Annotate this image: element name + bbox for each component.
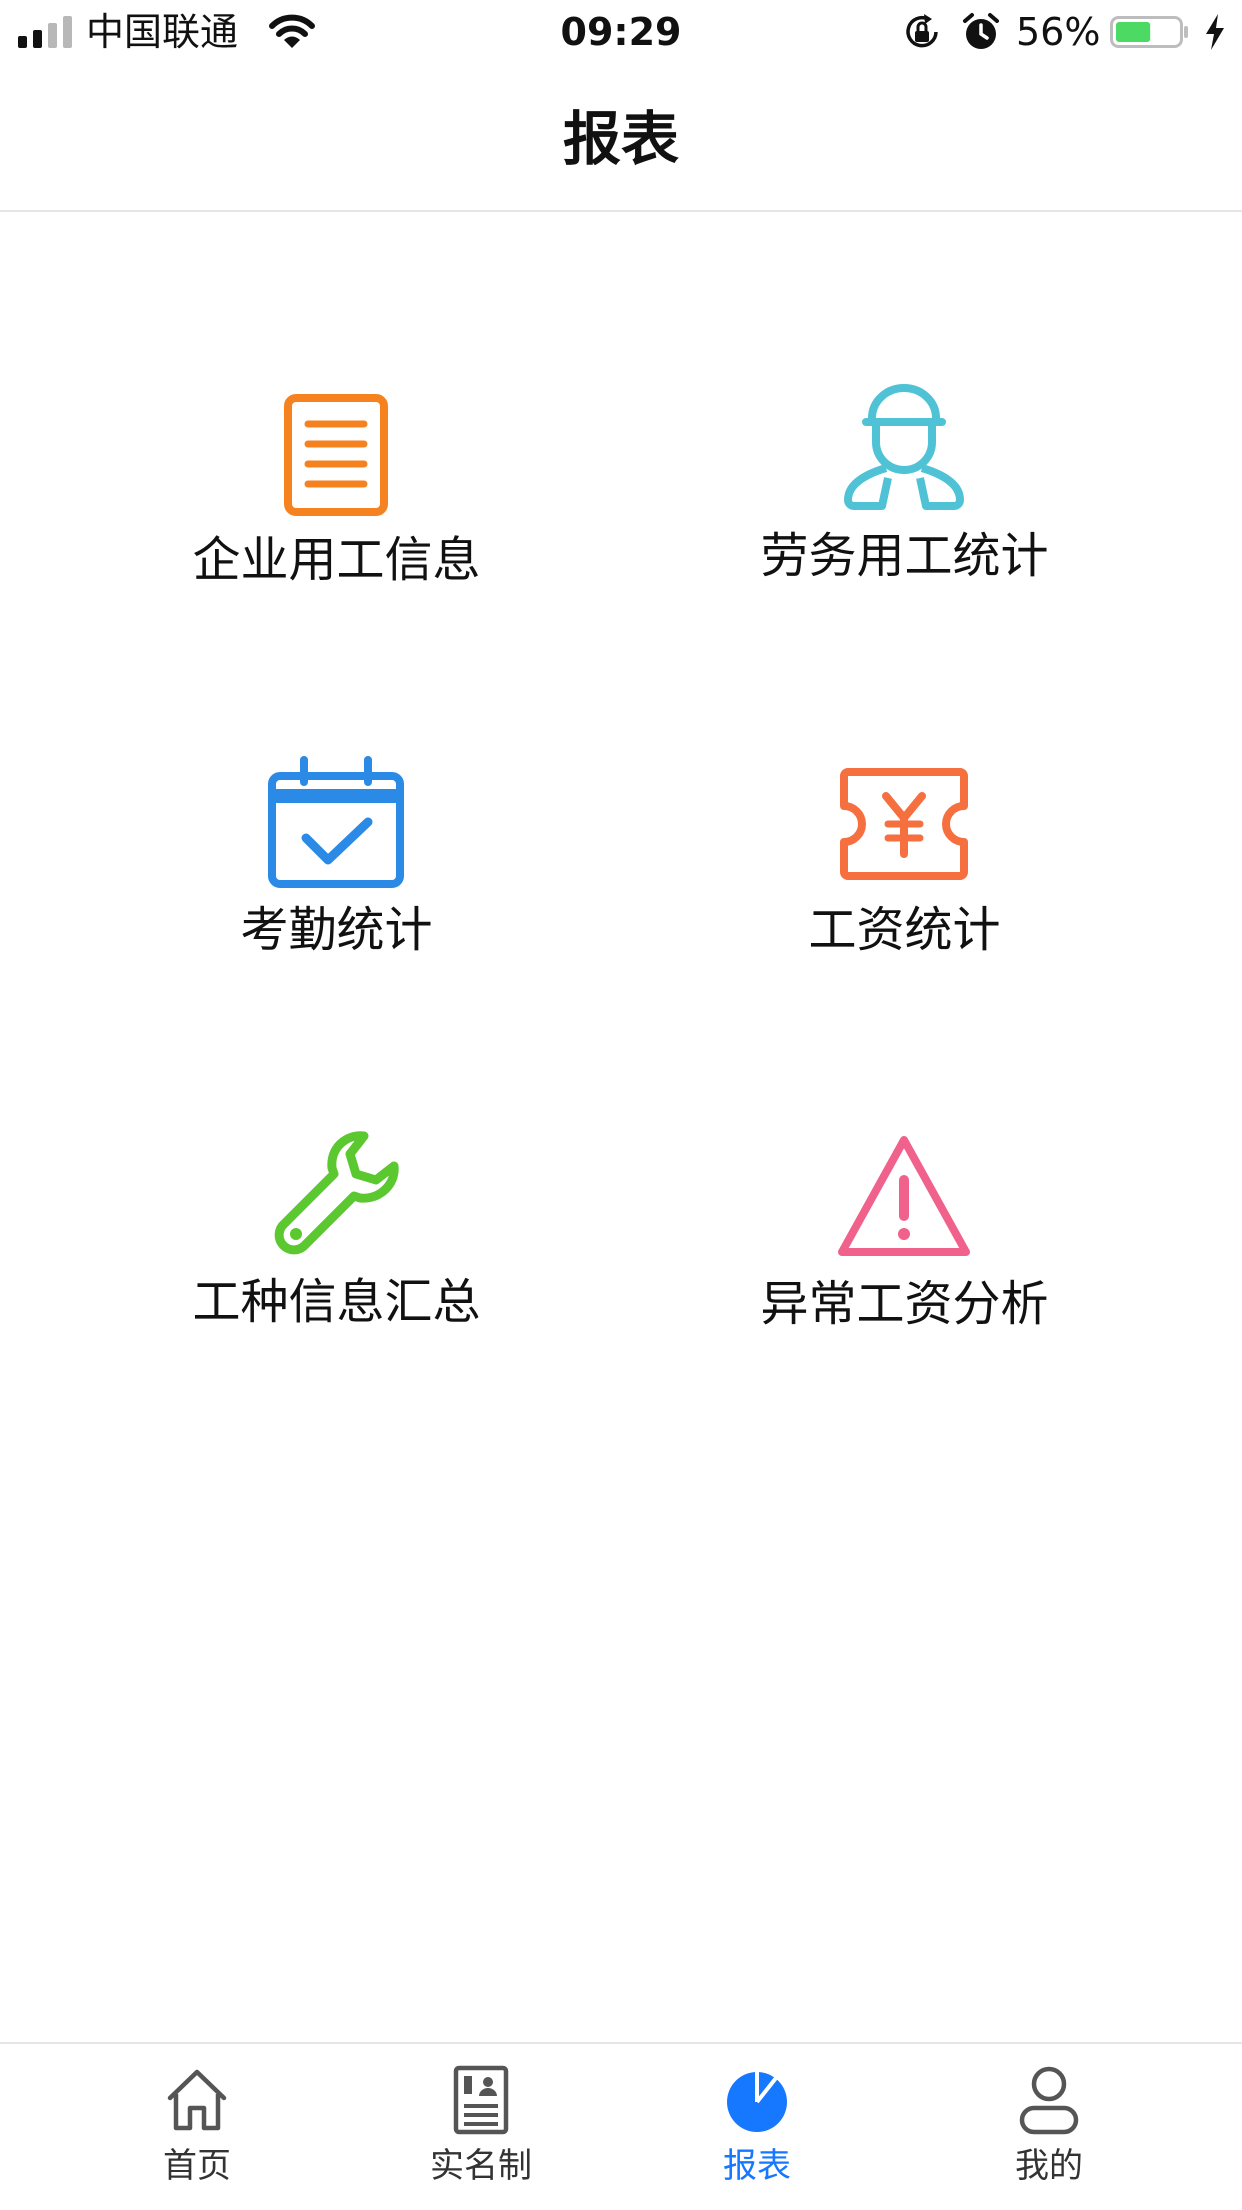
home-icon bbox=[167, 2069, 227, 2131]
status-bar: 中国联通 09:29 56% bbox=[0, 0, 1242, 64]
wrench-icon bbox=[274, 1131, 399, 1255]
pie-chart-icon bbox=[727, 2072, 787, 2132]
battery-icon bbox=[1110, 16, 1188, 48]
battery-percent: 56% bbox=[1016, 10, 1101, 54]
grid-item-label: 异常工资分析 bbox=[760, 1276, 1049, 1332]
tab-home[interactable]: 首页 bbox=[52, 2044, 342, 2210]
grid-item-label: 考勤统计 bbox=[240, 902, 433, 958]
charging-icon bbox=[1206, 14, 1224, 50]
yuan-ticket-icon bbox=[840, 768, 968, 880]
grid-item-labor-statistics[interactable]: 劳务用工统计 bbox=[594, 382, 1215, 682]
grid-item-job-type-summary[interactable]: 工种信息汇总 bbox=[26, 1128, 647, 1428]
calendar-check-icon bbox=[268, 756, 404, 888]
tab-label: 实名制 bbox=[430, 2146, 532, 2186]
grid-item-label: 工资统计 bbox=[808, 902, 1001, 958]
worker-icon bbox=[844, 384, 964, 510]
grid-item-abnormal-wage-analysis[interactable]: 异常工资分析 bbox=[594, 1130, 1215, 1430]
tab-reports[interactable]: 报表 bbox=[612, 2044, 902, 2210]
alarm-icon bbox=[963, 13, 999, 49]
grid-item-label: 劳务用工统计 bbox=[760, 528, 1049, 584]
grid-item-attendance-statistics[interactable]: 考勤统计 bbox=[26, 756, 647, 1056]
navigation-bar: 报表 bbox=[0, 64, 1242, 212]
person-icon bbox=[1019, 2066, 1079, 2135]
warning-icon bbox=[838, 1136, 970, 1256]
grid-item-label: 企业用工信息 bbox=[192, 532, 481, 588]
grid-item-enterprise-employment[interactable]: 企业用工信息 bbox=[26, 386, 647, 686]
document-icon bbox=[284, 394, 388, 516]
page-title: 报表 bbox=[562, 105, 679, 173]
rotation-lock-icon bbox=[906, 14, 938, 48]
tab-bar: 首页 实名制 报表 我的 bbox=[0, 2042, 1242, 2208]
grid-item-label: 工种信息汇总 bbox=[192, 1274, 481, 1330]
tab-mine[interactable]: 我的 bbox=[904, 2044, 1194, 2210]
tab-label: 我的 bbox=[1015, 2146, 1083, 2186]
tab-label: 报表 bbox=[723, 2146, 791, 2186]
tab-label: 首页 bbox=[163, 2146, 231, 2186]
tab-real-name[interactable]: 实名制 bbox=[336, 2044, 626, 2210]
id-card-icon bbox=[453, 2065, 509, 2135]
grid-item-wage-statistics[interactable]: 工资统计 bbox=[594, 756, 1215, 1056]
